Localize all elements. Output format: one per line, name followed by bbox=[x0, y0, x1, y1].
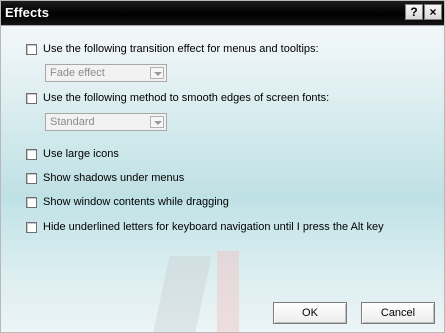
title-bar: Effects ? × bbox=[1, 1, 444, 26]
transition-effect-select-value: Fade effect bbox=[50, 67, 105, 79]
font-smoothing-select-value: Standard bbox=[50, 116, 95, 128]
menu-shadows-label: Show shadows under menus bbox=[43, 172, 185, 184]
close-button[interactable]: × bbox=[424, 4, 442, 20]
keyboard-underline-label: Hide underlined letters for keyboard nav… bbox=[43, 221, 384, 233]
keyboard-underline-checkbox[interactable] bbox=[26, 221, 37, 233]
transition-effect-checkbox[interactable] bbox=[26, 43, 37, 55]
font-smoothing-checkbox[interactable] bbox=[26, 92, 37, 104]
transition-effect-label: Use the following transition effect for … bbox=[43, 43, 319, 55]
window-dragging-option[interactable]: Show window contents while dragging bbox=[26, 194, 229, 210]
help-button[interactable]: ? bbox=[405, 4, 423, 20]
font-smoothing-label: Use the following method to smooth edges… bbox=[43, 92, 330, 104]
transition-effect-select[interactable]: Fade effect bbox=[45, 64, 167, 82]
cancel-button[interactable]: Cancel bbox=[361, 302, 435, 324]
large-icons-checkbox[interactable] bbox=[26, 148, 37, 160]
window-dragging-checkbox[interactable] bbox=[26, 196, 37, 208]
large-icons-option[interactable]: Use large icons bbox=[26, 146, 119, 162]
ok-button[interactable]: OK bbox=[273, 302, 347, 324]
font-smoothing-option[interactable]: Use the following method to smooth edges… bbox=[26, 90, 329, 106]
watermark-shape-right bbox=[217, 251, 239, 332]
keyboard-underline-option[interactable]: Hide underlined letters for keyboard nav… bbox=[26, 219, 384, 235]
large-icons-label: Use large icons bbox=[43, 148, 119, 160]
menu-shadows-checkbox[interactable] bbox=[26, 172, 37, 184]
menu-shadows-option[interactable]: Show shadows under menus bbox=[26, 170, 184, 186]
window-dragging-label: Show window contents while dragging bbox=[43, 196, 229, 208]
effects-dialog: Effects ? × Use the following transition… bbox=[0, 0, 445, 333]
chevron-down-icon[interactable] bbox=[150, 67, 164, 79]
font-smoothing-select[interactable]: Standard bbox=[45, 113, 167, 131]
transition-effect-option[interactable]: Use the following transition effect for … bbox=[26, 41, 319, 57]
chevron-down-icon[interactable] bbox=[150, 116, 164, 128]
window-title: Effects bbox=[5, 5, 50, 20]
